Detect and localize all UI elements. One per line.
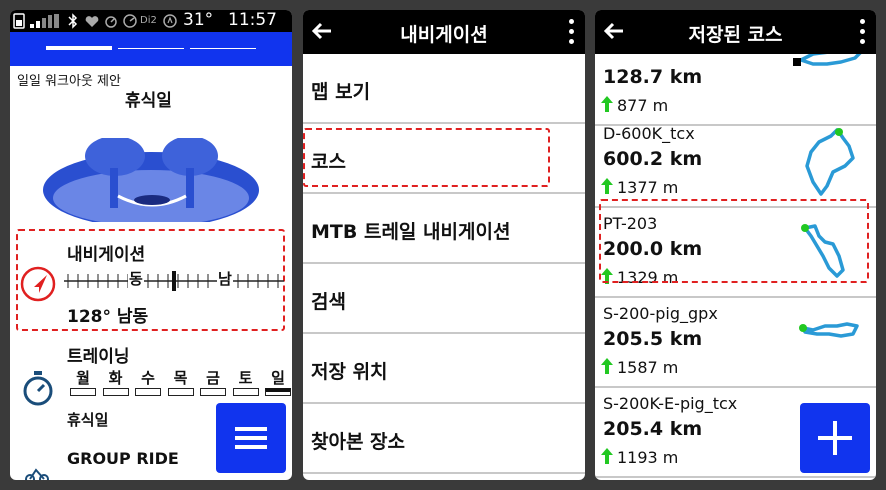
back-arrow-icon[interactable]: [603, 20, 625, 42]
temperature: 31°: [183, 10, 214, 30]
sim-card-icon: [13, 13, 25, 29]
course-item-highlight: [303, 128, 550, 187]
rest-day-hammock-illustration: [40, 138, 262, 230]
power-meter-icon: [163, 14, 177, 28]
course-item[interactable]: D-600K_tcx 600.2 km 1377 m: [595, 118, 876, 208]
compass-tape: [64, 271, 284, 291]
page-title: 내비게이션: [400, 24, 488, 46]
page-title: 저장된 코스: [688, 24, 783, 46]
menu-item-label: 찾아본 장소: [311, 431, 406, 453]
cadence-sensor-icon: [105, 16, 117, 28]
page-indicator-active: [46, 46, 112, 50]
heading-marker: [172, 271, 176, 291]
menu-item-label: 저장 위치: [311, 361, 388, 383]
more-options-icon[interactable]: [858, 19, 866, 45]
plus-icon: [818, 421, 852, 455]
add-course-button[interactable]: [800, 403, 870, 473]
home-screen: Di2 31° 11:57 일일 워크아웃 제안 휴식일 내비게이션 동 남 1…: [10, 10, 292, 480]
compass-label-east: 동: [128, 268, 144, 289]
menu-item[interactable]: 맵 보기: [303, 54, 585, 124]
route-finish-flag-icon: [793, 58, 801, 66]
compass-label-south: 남: [217, 268, 233, 289]
course-pt203-highlight: [599, 199, 869, 283]
clock: 11:57: [228, 10, 277, 30]
course-name: S-200K-E-pig_tcx: [603, 394, 738, 413]
daily-workout-title: 일일 워크아웃 제안: [17, 74, 121, 89]
training-day-box: [200, 388, 226, 396]
menu-item[interactable]: 저장 위치: [303, 334, 585, 404]
navigation-menu-screen: 내비게이션 맵 보기 코스 MTB 트레일 내비게이션 검색 저장 위치 찾아본 장소: [303, 10, 585, 480]
training-day-box: [167, 388, 194, 396]
route-start-icon: [799, 324, 807, 332]
elevation-gain-icon: [601, 96, 613, 112]
heading-readout: 128° 남동: [67, 307, 149, 327]
menu-item-label: 맵 보기: [311, 81, 371, 103]
di2-icon: Di2: [140, 15, 157, 26]
menu-item[interactable]: MTB 트레일 내비게이션: [303, 194, 585, 264]
daily-workout-status: 휴식일: [125, 91, 172, 111]
heart-rate-icon: [85, 16, 99, 27]
main-menu-button[interactable]: [216, 403, 286, 473]
course-elevation: 1377 m: [617, 178, 679, 197]
training-today-label: 휴식일: [67, 411, 109, 429]
navigation-widget-title: 내비게이션: [67, 245, 146, 265]
navigation-arrow-icon: [20, 266, 56, 302]
training-day-label: 금: [206, 369, 220, 387]
training-day-label: 월: [76, 369, 90, 387]
status-bar: Di2 31° 11:57: [10, 10, 292, 32]
training-day-label: 수: [141, 369, 155, 387]
menu-item[interactable]: 검색: [303, 264, 585, 334]
stopwatch-icon: [23, 371, 53, 406]
signal-strength-icon: [30, 14, 59, 28]
course-elevation: 877 m: [617, 96, 669, 115]
group-ride-label: GROUP RIDE: [67, 449, 179, 468]
course-distance: 205.4 km: [603, 418, 703, 440]
elevation-gain-icon: [601, 358, 613, 374]
menu-icon: [235, 427, 267, 449]
elevation-gain-icon: [601, 178, 613, 194]
training-day-label: 일: [271, 369, 285, 387]
page-indicator-bar: [10, 32, 292, 66]
training-day-box: [135, 388, 161, 396]
course-distance: 600.2 km: [603, 148, 703, 170]
group-ride-icon: [25, 468, 49, 480]
training-day-box: [265, 388, 291, 396]
course-elevation: 1587 m: [617, 358, 679, 377]
header: 저장된 코스: [595, 10, 876, 54]
training-day-label: 토: [238, 369, 253, 387]
training-day-box: [102, 388, 129, 396]
menu-item[interactable]: 찾아본 장소: [303, 404, 585, 474]
page-indicator: [118, 48, 184, 49]
course-item[interactable]: S-200-pig_gpx 205.5 km 1587 m: [595, 298, 876, 388]
saved-courses-screen: 128.7 km 877 m D-600K_tcx 600.2 km 1377 m PT-…: [595, 10, 876, 480]
course-route-thumbnail: [799, 322, 859, 338]
bluetooth-icon: [68, 13, 78, 29]
menu-item-label: MTB 트레일 내비게이션: [311, 221, 511, 243]
training-day-box: [232, 388, 259, 396]
back-arrow-icon[interactable]: [311, 20, 333, 42]
training-day-label: 목: [173, 369, 188, 387]
header: 내비게이션: [303, 10, 585, 54]
page-indicator: [190, 48, 256, 49]
menu-item-label: 검색: [311, 291, 346, 313]
training-day-label: 화: [108, 369, 123, 387]
course-distance: 205.5 km: [603, 328, 703, 350]
speed-sensor-icon: [123, 14, 137, 28]
route-start-icon: [835, 128, 843, 136]
training-widget-title: 트레이닝: [67, 347, 130, 367]
elevation-gain-icon: [601, 448, 613, 464]
training-day-box: [70, 388, 96, 396]
course-elevation: 1193 m: [617, 448, 679, 467]
more-options-icon[interactable]: [567, 19, 575, 45]
course-route-thumbnail: [805, 128, 855, 196]
course-distance: 128.7 km: [603, 66, 703, 88]
course-name: S-200-pig_gpx: [603, 304, 718, 323]
course-name: D-600K_tcx: [603, 124, 695, 143]
